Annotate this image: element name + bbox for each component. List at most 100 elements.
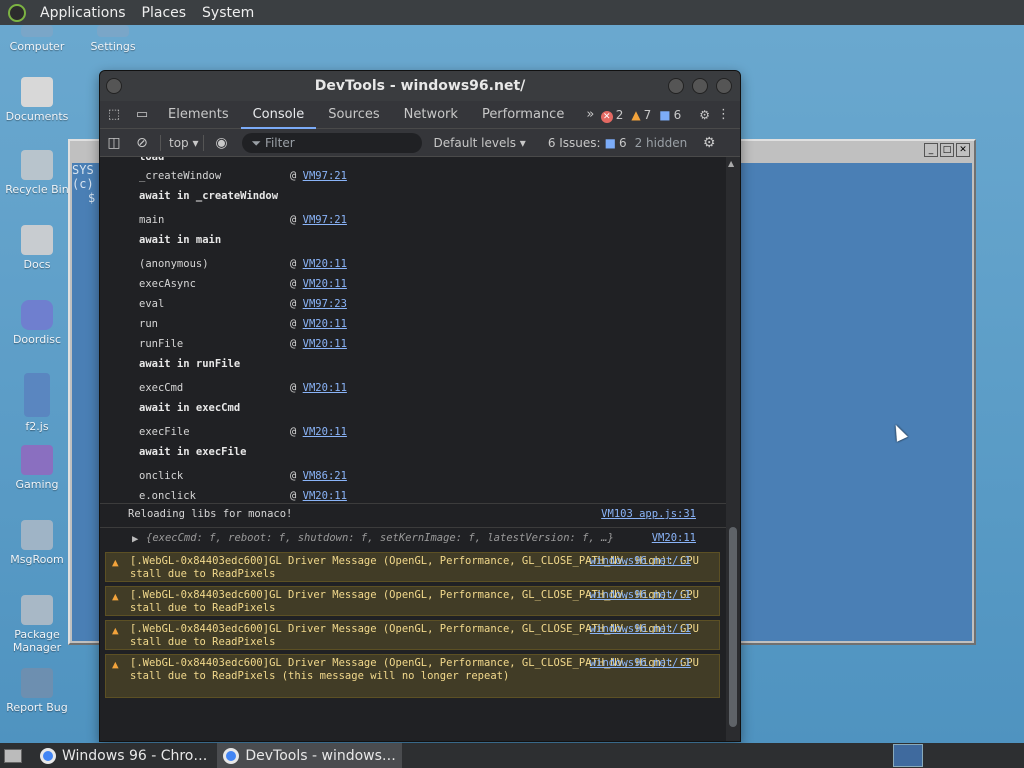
- desktop-icon-settings[interactable]: Settings: [76, 25, 150, 53]
- maximize-button[interactable]: [692, 78, 708, 94]
- context-selector[interactable]: top ▾: [169, 136, 199, 150]
- places-menu[interactable]: Places: [134, 5, 195, 21]
- warning-icon: ▲: [112, 658, 119, 671]
- devtools-window[interactable]: DevTools - windows96.net/ ⬚ ▭ Elements C…: [99, 70, 741, 742]
- live-expression-eye-icon[interactable]: ◉: [208, 135, 236, 151]
- at-symbol: @: [290, 298, 303, 310]
- expand-triangle-icon[interactable]: ▶: [132, 533, 138, 545]
- source-link[interactable]: VM97:23: [303, 298, 347, 310]
- console-warning[interactable]: ▲ [.WebGL-0x84403edc600]GL Driver Messag…: [105, 586, 720, 616]
- message-icon: ■: [659, 108, 671, 122]
- console-message-object[interactable]: ▶ {execCmd: f, reboot: f, shutdown: f, s…: [100, 527, 726, 551]
- minimize-button[interactable]: [668, 78, 684, 94]
- desktop-icon-gaming[interactable]: Gaming: [0, 445, 74, 491]
- source-link[interactable]: windows96.net/:1: [590, 589, 691, 602]
- source-link[interactable]: windows96.net/:1: [590, 657, 691, 670]
- console-counts[interactable]: ✕ 2 ▲ 7 ■ 6 ⚙: [600, 101, 710, 129]
- taskbar-item-devtools[interactable]: DevTools - windows…: [217, 743, 402, 768]
- console-settings-icon[interactable]: ⚙: [695, 135, 723, 151]
- minimize-button[interactable]: _: [924, 143, 938, 157]
- console-warning[interactable]: ▲ [.WebGL-0x84403edc600]GL Driver Messag…: [105, 654, 720, 698]
- source-link[interactable]: VM103 app.js:31: [601, 508, 696, 520]
- issues-label[interactable]: 6 Issues:: [548, 136, 601, 150]
- console-warning[interactable]: ▲ [.WebGL-0x84403edc600]GL Driver Messag…: [105, 620, 720, 650]
- desktop-icon-computer[interactable]: Computer: [0, 25, 74, 53]
- kebab-menu-icon[interactable]: ⋮: [717, 107, 730, 122]
- desktop-icon-documents[interactable]: Documents: [0, 77, 74, 123]
- console-message-log[interactable]: Reloading libs for monaco! VM103 app.js:…: [100, 503, 726, 527]
- desktop-icon-recycle-bin[interactable]: Recycle Bin: [0, 150, 74, 196]
- stack-function-name: eval: [139, 298, 165, 310]
- object-preview: {execCmd: f, reboot: f, shutdown: f, set…: [146, 532, 614, 544]
- source-link[interactable]: VM86:21: [303, 470, 347, 482]
- desktop-icon-f2js[interactable]: f2.js: [0, 373, 74, 433]
- source-link[interactable]: VM20:11: [303, 318, 347, 330]
- log-levels-dropdown[interactable]: Default levels ▾: [434, 136, 526, 150]
- close-button[interactable]: ✕: [956, 143, 970, 157]
- error-count[interactable]: ✕ 2: [600, 107, 624, 123]
- log-text: Reloading libs for monaco!: [128, 508, 293, 520]
- desktop-icon-label: f2.js: [25, 420, 49, 433]
- maximize-button[interactable]: □: [940, 143, 954, 157]
- source-link[interactable]: VM97:21: [303, 170, 347, 182]
- scroll-up-icon[interactable]: ▲: [728, 159, 734, 168]
- tab-elements[interactable]: Elements: [156, 101, 241, 129]
- stack-frame: eval @ VM97:23: [139, 296, 347, 312]
- source-link[interactable]: VM20:11: [652, 532, 696, 544]
- await-label: await in _createWindow: [139, 190, 279, 202]
- scrollbar-thumb[interactable]: [729, 527, 737, 727]
- taskbar-item-label: Windows 96 - Chro…: [62, 747, 208, 764]
- desktop-icon-doordisc[interactable]: Doordisc: [0, 300, 74, 346]
- filter-funnel-icon: ⏷: [251, 135, 265, 150]
- desktop-icon-docs[interactable]: Docs: [0, 225, 74, 271]
- inspect-element-icon[interactable]: ⬚: [100, 107, 128, 122]
- desktop-icon-msgroom[interactable]: MsgRoom: [0, 520, 74, 566]
- gnome-foot-icon[interactable]: [8, 3, 26, 22]
- tray-chrome-icon[interactable]: [893, 744, 923, 767]
- issues-count[interactable]: 6: [619, 136, 627, 150]
- desktop-icon-report-bug[interactable]: Report Bug: [0, 668, 74, 714]
- desktop-icon-label: Documents: [5, 110, 69, 123]
- tab-network[interactable]: Network: [392, 101, 470, 129]
- taskbar-item-windows96[interactable]: Windows 96 - Chro…: [34, 743, 213, 768]
- stack-frame: e.onclick @ VM20:11: [139, 488, 347, 504]
- show-desktop-icon[interactable]: [4, 748, 22, 763]
- tab-console[interactable]: Console: [240, 101, 317, 129]
- source-link[interactable]: windows96.net/:1: [590, 555, 691, 568]
- error-count-value: 2: [615, 107, 624, 122]
- devtools-titlebar[interactable]: DevTools - windows96.net/: [100, 71, 740, 101]
- source-link[interactable]: VM97:21: [303, 214, 347, 226]
- source-link[interactable]: VM20:11: [303, 258, 347, 270]
- folder-icon: [21, 225, 53, 255]
- info-count[interactable]: ■ 6: [659, 108, 681, 122]
- source-link[interactable]: VM20:11: [303, 490, 347, 502]
- close-button[interactable]: [716, 78, 732, 94]
- clear-console-icon[interactable]: ⊘: [128, 135, 156, 151]
- sidebar-toggle-icon[interactable]: ◫: [100, 135, 128, 151]
- toolbar-divider: [160, 134, 161, 151]
- console-output[interactable]: load _createWindow @ VM97:21 await in _cre…: [100, 157, 726, 741]
- source-link[interactable]: VM20:11: [303, 278, 347, 290]
- applications-menu[interactable]: Applications: [32, 5, 134, 21]
- console-scrollbar[interactable]: ▲: [726, 157, 740, 741]
- top-panel: Applications Places System: [0, 0, 1024, 25]
- console-warning[interactable]: ▲ [.WebGL-0x84403edc600]GL Driver Messag…: [105, 552, 720, 582]
- system-menu[interactable]: System: [194, 5, 262, 21]
- stack-frame: execFile @ VM20:11: [139, 424, 347, 440]
- hidden-count[interactable]: 2 hidden: [635, 136, 688, 150]
- source-link[interactable]: VM20:11: [303, 426, 347, 438]
- filter-input[interactable]: ⏷ Filter: [241, 132, 422, 153]
- source-link[interactable]: windows96.net/:1: [590, 623, 691, 636]
- tab-sources[interactable]: Sources: [316, 101, 391, 129]
- warning-count[interactable]: ▲ 7: [631, 108, 651, 122]
- at-symbol: @: [290, 318, 303, 330]
- tab-performance[interactable]: Performance: [470, 101, 576, 129]
- source-link[interactable]: VM20:11: [303, 338, 347, 350]
- desktop-icon-package-manager[interactable]: Package Manager: [0, 595, 74, 654]
- documents-icon: [21, 77, 53, 107]
- settings-gear-icon[interactable]: ⚙: [699, 108, 710, 122]
- window-menu-button[interactable]: [106, 78, 122, 94]
- device-toolbar-icon[interactable]: ▭: [128, 107, 156, 122]
- warning-icon: ▲: [112, 556, 119, 569]
- source-link[interactable]: VM20:11: [303, 382, 347, 394]
